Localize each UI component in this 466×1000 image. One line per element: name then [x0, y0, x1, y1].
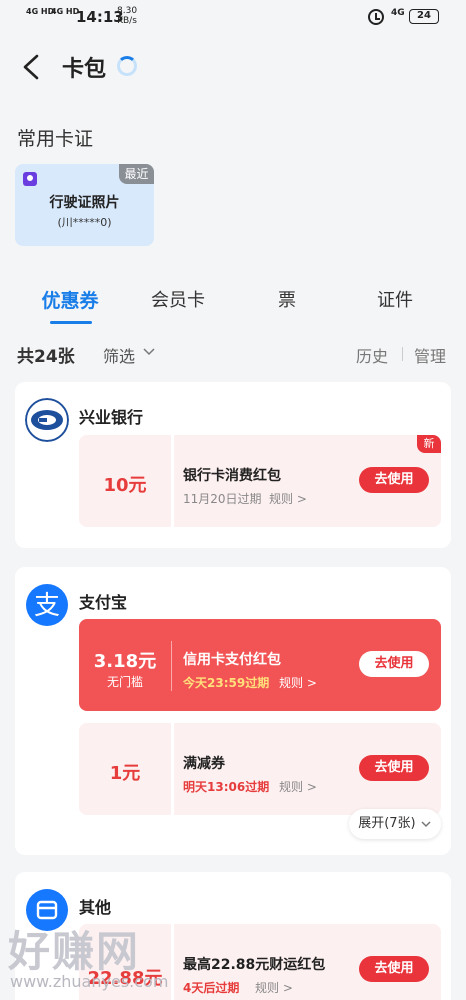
coupon-rules-link[interactable]: 规则 >	[269, 490, 307, 507]
watermark: 好赚网 www.zhuanyes.com	[0, 918, 200, 1000]
coupon-expiry: 11月20日过期	[183, 492, 262, 506]
coupon-group-cib: 兴业银行 10元 银行卡消费红包 11月20日过期 规则 > 去使用 新	[15, 382, 451, 548]
section-title-common-cards: 常用卡证	[17, 128, 94, 150]
history-link[interactable]: 历史	[356, 343, 388, 367]
coupon-amount: 1元	[109, 763, 141, 784]
manage-link[interactable]: 管理	[414, 343, 446, 367]
coupon-count: 共24张	[17, 347, 75, 367]
coupon-card[interactable]: 10元 银行卡消费红包 11月20日过期 规则 > 去使用 新	[79, 435, 441, 527]
group-name: 其他	[79, 898, 112, 917]
coupon-threshold: 无门槛	[106, 675, 143, 689]
alipay-logo-icon: 支	[26, 584, 68, 626]
card-icon	[23, 172, 37, 186]
coupon-name: 信用卡支付红包	[183, 652, 281, 668]
coupon-expiry: 今天23:59过期	[183, 676, 270, 690]
coupon-name: 满减券	[183, 756, 225, 772]
coupon-amount: 10元	[103, 475, 147, 496]
status-bar: 4G HD 4G HD 14:13 8.30 KB/s 4G 24	[0, 0, 466, 34]
coupon-rules-link[interactable]: 规则 >	[255, 979, 293, 996]
use-button[interactable]: 去使用	[359, 755, 429, 781]
divider	[402, 347, 403, 361]
tab-tickets[interactable]: 票	[237, 286, 337, 312]
coupon-rules-link[interactable]: 规则 >	[279, 778, 317, 795]
chevron-down-icon[interactable]	[142, 344, 156, 358]
use-button[interactable]: 去使用	[359, 956, 429, 982]
network-speed: 8.30 KB/s	[117, 6, 137, 26]
alarm-icon	[368, 9, 384, 25]
nav-bar: 卡包	[0, 34, 466, 100]
coupon-separator	[171, 641, 172, 691]
filter-button[interactable]: 筛选	[103, 343, 135, 367]
coupon-rules-link[interactable]: 规则 >	[279, 674, 317, 691]
card-name: 行驶证照片	[49, 195, 120, 211]
coupon-separator	[171, 435, 174, 527]
group-name: 支付宝	[79, 593, 128, 612]
filter-bar: 共24张 筛选 历史 管理	[0, 338, 466, 368]
use-button[interactable]: 去使用	[359, 467, 429, 493]
tab-coupons[interactable]: 优惠券	[20, 286, 120, 313]
new-badge: 新	[417, 435, 441, 453]
page-title: 卡包	[62, 57, 107, 82]
use-button[interactable]: 去使用	[359, 651, 429, 677]
group-name: 兴业银行	[79, 408, 144, 427]
coupon-amount: 3.18元	[93, 651, 157, 672]
coupon-expiry: 明天13:06过期	[183, 780, 270, 794]
coupon-name: 最高22.88元财运红包	[183, 957, 326, 973]
recent-tag: 最近	[119, 164, 154, 184]
card-sub: (川*****0)	[57, 216, 112, 229]
back-arrow-icon[interactable]	[22, 54, 40, 80]
expand-button[interactable]: 展开(7张)	[349, 809, 441, 839]
loading-spinner-icon	[117, 56, 137, 76]
tab-bar: 优惠券 会员卡 票 证件	[0, 276, 466, 326]
battery-icon: 24	[409, 9, 439, 24]
cib-bank-logo-icon	[25, 398, 69, 442]
coupon-name: 银行卡消费红包	[183, 468, 281, 484]
tab-indicator	[50, 321, 92, 324]
card-driving-license[interactable]: 最近 行驶证照片 (川*****0)	[15, 164, 154, 246]
speed-value: 8.30	[117, 6, 138, 16]
expand-label: 展开(7张)	[358, 816, 416, 831]
tab-membership[interactable]: 会员卡	[128, 286, 228, 312]
coupon-group-alipay: 支 支付宝 3.18元 无门槛 信用卡支付红包 今天23:59过期 规则 > 去…	[15, 567, 451, 855]
coupon-card[interactable]: 3.18元 无门槛 信用卡支付红包 今天23:59过期 规则 > 去使用	[79, 619, 441, 711]
network-type: 4G	[391, 8, 405, 18]
tab-documents[interactable]: 证件	[345, 286, 445, 312]
watermark-text: 好赚网	[8, 927, 141, 976]
svg-text:支: 支	[34, 591, 60, 621]
watermark-url: www.zhuanyes.com	[10, 972, 169, 991]
chevron-down-icon	[421, 820, 431, 827]
speed-unit: KB/s	[117, 16, 137, 26]
coupon-card[interactable]: 1元 满减券 明天13:06过期 规则 > 去使用	[79, 723, 441, 815]
coupon-separator	[171, 723, 174, 815]
